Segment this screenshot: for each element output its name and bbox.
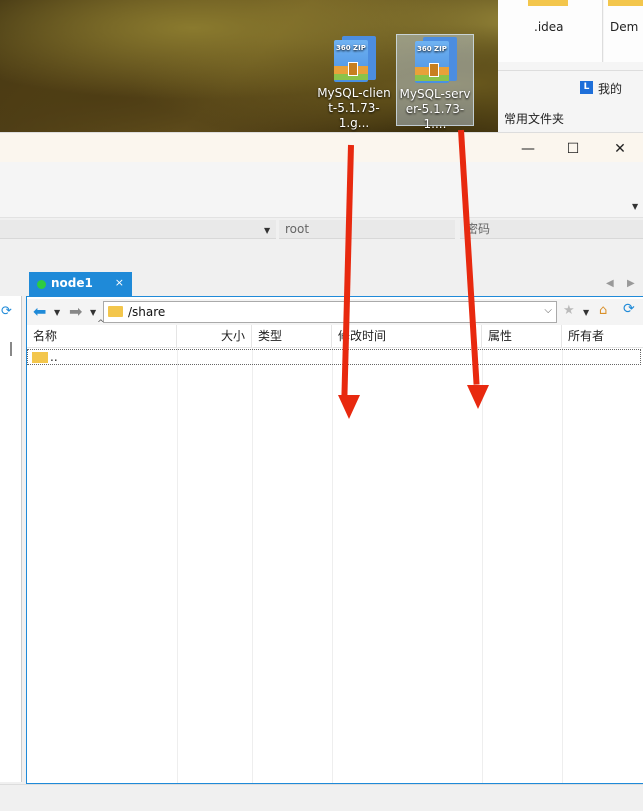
folder-icon <box>528 0 568 6</box>
back-arrow-icon[interactable]: ⬅ <box>33 302 46 321</box>
red-arrowhead-right <box>467 385 489 409</box>
sort-ascending-icon: ^ <box>97 319 105 329</box>
toolbar: ▼ <box>0 162 643 218</box>
local-pane-edge <box>0 296 22 782</box>
file-label-line2: t-5.1.73-1.g... <box>328 101 380 130</box>
folder-tile-idea[interactable]: .idea <box>498 0 603 62</box>
tab-close-icon[interactable]: × <box>115 276 124 289</box>
chevron-down-icon[interactable]: ⌵ <box>544 305 552 316</box>
password-field[interactable]: 密码 <box>460 220 643 239</box>
session-bar: ▼ root 密码 <box>0 218 643 240</box>
folder-icon <box>108 306 123 317</box>
tab-bar: node1 × ◀ ▶ <box>0 272 643 296</box>
title-bar: — ☐ ✕ <box>0 132 643 163</box>
zip-archive-icon: 360 ZIP <box>413 37 457 85</box>
file-label-line1: MySQL-clien <box>317 86 391 100</box>
refresh-icon[interactable]: ⟳ <box>623 301 635 317</box>
column-header-type[interactable]: 类型 <box>252 325 332 347</box>
minimize-button[interactable]: — <box>518 141 538 157</box>
zip-archive-icon: 360 ZIP <box>332 36 376 84</box>
folder-icon <box>32 352 48 363</box>
sftp-client-window: — ☐ ✕ ▼ ▼ root 密码 ▶ node1 × ◀ ▶ ⟳ ⬅ ▼ ➡ … <box>0 132 643 811</box>
bookmark-dropdown-icon[interactable]: ▼ <box>583 308 589 317</box>
remote-file-pane: ⬅ ▼ ➡ ▼ /share ⌵ ★ ▼ ⌂ ⟳ 名称 大小 类型 修改时间 属… <box>26 296 643 784</box>
desktop-file-mysql-client[interactable]: 360 ZIP MySQL-clien t-5.1.73-1.g... <box>316 34 392 130</box>
column-header-owner[interactable]: 所有者 <box>562 325 643 347</box>
toolbar-dropdown-icon[interactable]: ▼ <box>632 202 638 211</box>
folder-label: Dem <box>610 20 639 34</box>
path-address-bar[interactable]: /share ⌵ <box>103 301 557 323</box>
navigation-bar: ⬅ ▼ ➡ ▼ /share ⌵ ★ ▼ ⌂ ⟳ <box>27 299 643 326</box>
forward-history-dropdown-icon[interactable]: ▼ <box>90 308 96 317</box>
file-label-line2: er-5.1.73-1.... <box>405 102 465 131</box>
close-button[interactable]: ✕ <box>610 141 630 157</box>
desktop-file-mysql-server[interactable]: 360 ZIP MySQL-serv er-5.1.73-1.... <box>396 34 474 131</box>
explorer-link-wode[interactable]: L 我的 <box>580 80 622 97</box>
username-field[interactable]: root <box>279 220 455 239</box>
column-header-attributes[interactable]: 属性 <box>482 325 562 347</box>
forward-arrow-icon[interactable]: ➡ <box>69 302 82 321</box>
file-label-line1: MySQL-serv <box>399 87 471 101</box>
refresh-icon[interactable]: ⟳ <box>1 304 12 319</box>
tab-scroll-left-arrow-icon[interactable]: ◀ <box>606 278 614 289</box>
red-arrowhead-left <box>338 395 360 419</box>
home-icon[interactable]: ⌂ <box>599 303 607 318</box>
connected-status-icon <box>37 280 46 289</box>
folder-label: .idea <box>534 20 564 34</box>
status-bar <box>0 784 643 811</box>
folder-tile-dem[interactable]: Dem <box>604 0 643 62</box>
link-icon: L <box>580 81 593 94</box>
file-name: .. <box>50 350 58 364</box>
table-row[interactable]: .. <box>27 349 641 365</box>
folder-icon <box>608 0 643 6</box>
maximize-button[interactable]: ☐ <box>563 141 583 157</box>
back-history-dropdown-icon[interactable]: ▼ <box>54 308 60 317</box>
bookmark-star-icon[interactable]: ★ <box>563 303 575 318</box>
quick-access-heading: 常用文件夹 <box>504 112 565 126</box>
file-list-header: 名称 大小 类型 修改时间 属性 所有者 ^ <box>27 319 643 348</box>
desktop-wallpaper: 360 ZIP MySQL-clien t-5.1.73-1.g... 360 … <box>0 0 643 140</box>
file-explorer-window: .idea Dem L 我的 常用文件夹 <box>498 0 643 140</box>
tab-scroll-right-arrow-icon[interactable]: ▶ <box>627 278 635 289</box>
host-dropdown-icon[interactable]: ▼ <box>264 226 270 235</box>
column-header-size[interactable]: 大小 <box>177 325 252 347</box>
column-header-modified[interactable]: 修改时间 <box>332 325 482 347</box>
tab-node1[interactable]: node1 × <box>29 272 132 296</box>
host-field[interactable] <box>0 220 276 239</box>
